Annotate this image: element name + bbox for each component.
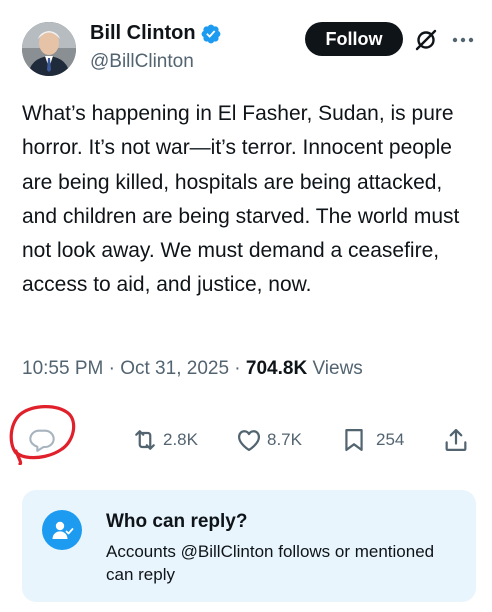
reply-settings-user-icon	[42, 510, 82, 550]
annotation-circle	[9, 405, 76, 465]
avatar[interactable]	[22, 22, 76, 76]
retweet-icon	[135, 430, 155, 450]
retweet-button[interactable]: 2.8K	[131, 426, 198, 454]
author-handle[interactable]: @BillClinton	[90, 51, 194, 73]
share-button[interactable]	[442, 426, 470, 454]
reply-settings-title: Who can reply?	[106, 511, 248, 532]
share-icon	[445, 428, 467, 452]
retweet-count: 2.8K	[163, 430, 198, 449]
reply-settings-description-text: Accounts @BillClinton follows or mention…	[106, 542, 435, 584]
reply-settings-description: Accounts @BillClinton follows or mention…	[106, 540, 446, 586]
tweet-meta: 10:55 PM · Oct 31, 2025 · 704.8K Views	[22, 358, 363, 380]
more-icon[interactable]	[449, 26, 477, 54]
author-name-row[interactable]: Bill Clinton	[90, 22, 222, 45]
views-count: 704.8K	[245, 358, 308, 379]
like-button[interactable]: 8.7K	[235, 426, 302, 454]
follow-button[interactable]: Follow	[305, 22, 403, 56]
bookmark-count: 254	[376, 430, 405, 449]
views-label: Views	[312, 358, 363, 379]
tweet-text: What’s happening in El Fasher, Sudan, is…	[22, 102, 460, 297]
like-count: 8.7K	[267, 430, 302, 449]
tweet-date[interactable]: Oct 31, 2025	[120, 358, 229, 379]
bookmark-button[interactable]: 254	[340, 426, 404, 454]
meta-separator: ·	[108, 358, 115, 379]
avatar-image	[22, 22, 76, 76]
meta-separator: ·	[234, 358, 241, 379]
author-name[interactable]: Bill Clinton	[90, 22, 196, 45]
bookmark-icon	[345, 428, 363, 452]
verified-badge-icon	[201, 24, 220, 43]
reply-settings-box: Who can reply? Accounts @BillClinton fol…	[22, 490, 476, 602]
grok-icon[interactable]	[412, 26, 440, 54]
heart-icon	[237, 430, 261, 452]
tweet-time[interactable]: 10:55 PM	[22, 358, 103, 379]
